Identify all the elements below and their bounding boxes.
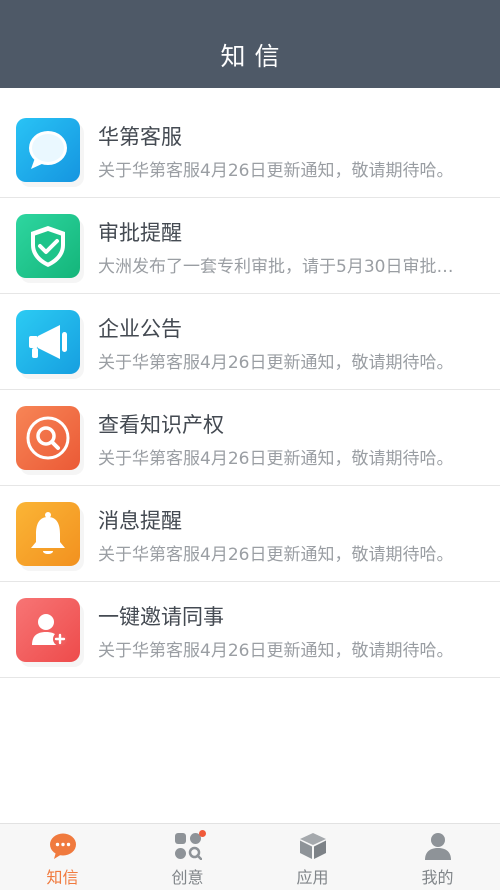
page-title: 知信 [220,42,289,71]
add-user-icon [16,598,80,662]
tab-profile[interactable]: 我的 [375,824,500,890]
message-item-notification[interactable]: 消息提醒 关于华第客服4月26日更新通知，敬请期待哈。 [0,486,500,582]
message-title: 消息提醒 [98,509,182,533]
app-header: 知信 [0,0,500,88]
message-preview: 关于华第客服4月26日更新通知，敬请期待哈。 [98,161,454,181]
box-icon [299,832,327,860]
message-title: 审批提醒 [98,221,182,245]
message-title: 一键邀请同事 [98,605,224,629]
shield-check-icon [16,214,80,278]
tab-apps[interactable]: 应用 [250,824,375,890]
chat-bubble-icon [16,118,80,182]
message-item-invite-colleague[interactable]: 一键邀请同事 关于华第客服4月26日更新通知，敬请期待哈。 [0,582,500,678]
message-item-approval-reminder[interactable]: 审批提醒 大洲发布了一套专利审批，请于5月30日审批… [0,198,500,294]
message-item-customer-service[interactable]: 华第客服 关于华第客服4月26日更新通知，敬请期待哈。 [0,102,500,198]
message-preview: 关于华第客服4月26日更新通知，敬请期待哈。 [98,641,454,661]
message-preview: 关于华第客服4月26日更新通知，敬请期待哈。 [98,353,454,373]
tab-label: 创意 [171,868,204,887]
message-item-announcement[interactable]: 企业公告 关于华第客服4月26日更新通知，敬请期待哈。 [0,294,500,390]
bottom-tab-bar: 知信 创意 应用 我的 [0,823,500,890]
tab-ideas[interactable]: 创意 [125,824,250,890]
message-preview: 关于华第客服4月26日更新通知，敬请期待哈。 [98,545,454,565]
message-title: 企业公告 [98,317,182,341]
notification-badge [198,830,206,837]
megaphone-icon [16,310,80,374]
chat-icon [49,832,77,860]
tab-label: 我的 [421,868,454,887]
message-item-ip-lookup[interactable]: 查看知识产权 关于华第客服4月26日更新通知，敬请期待哈。 [0,390,500,486]
message-preview: 大洲发布了一套专利审批，请于5月30日审批… [98,257,454,277]
message-title: 查看知识产权 [98,413,224,437]
message-list: 华第客服 关于华第客服4月26日更新通知，敬请期待哈。 审批提醒 大洲发布了一套… [0,102,500,678]
user-icon [424,832,452,860]
search-icon [16,406,80,470]
message-preview: 关于华第客服4月26日更新通知，敬请期待哈。 [98,449,454,469]
tab-messages[interactable]: 知信 [0,824,125,890]
ideas-icon [174,830,206,860]
tab-label: 应用 [296,868,329,887]
tab-label: 知信 [46,868,79,887]
bell-icon [16,502,80,566]
message-title: 华第客服 [98,125,182,149]
